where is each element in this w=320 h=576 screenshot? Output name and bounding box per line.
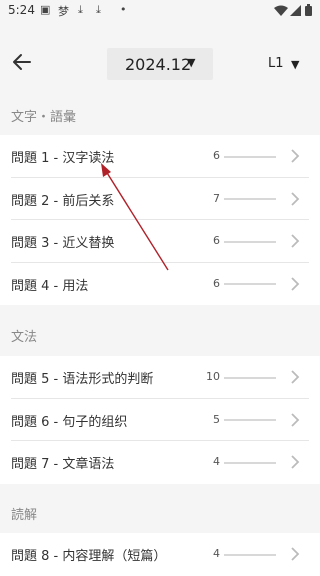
chevron-right-icon — [291, 412, 300, 427]
chevron-right-icon — [291, 234, 300, 248]
triangle-down-icon[interactable]: ▼ — [291, 58, 299, 71]
status-time: 5:24 — [8, 3, 35, 17]
progress-bar — [224, 553, 276, 556]
list-item[interactable]: 問題 5 - 语法形式的判断 10 — [0, 356, 320, 399]
item-count: 5 — [213, 412, 220, 426]
dot-icon: • — [120, 3, 127, 16]
chevron-right-icon — [291, 370, 300, 384]
section-card: 問題 8 - 内容理解（短篇） 4 — [0, 533, 320, 576]
notification-icon: 梦 — [58, 5, 69, 18]
item-label: 問題 8 - 内容理解（短篇） — [11, 549, 167, 564]
item-label: 問題 7 - 文章语法 — [11, 457, 115, 472]
item-count: 6 — [213, 234, 220, 247]
section-title: 読解 — [11, 508, 38, 523]
wifi-icon — [274, 5, 288, 16]
item-label: 問題 1 - 汉字读法 — [11, 151, 115, 166]
chevron-right-icon — [291, 547, 300, 561]
progress-bar — [224, 155, 276, 158]
progress-bar — [224, 419, 276, 421]
chevron-right-icon — [291, 149, 300, 163]
progress-bar — [224, 198, 276, 200]
item-count: 10 — [206, 370, 220, 383]
list-item[interactable]: 問題 2 - 前后关系 7 — [0, 178, 320, 220]
back-arrow-icon[interactable] — [10, 50, 34, 74]
image-icon: ▣ — [40, 3, 51, 16]
list-item[interactable]: 問題 4 - 用法 6 — [0, 263, 320, 306]
chevron-right-icon — [291, 276, 300, 291]
chevron-right-icon — [291, 191, 300, 206]
progress-bar — [224, 461, 276, 464]
list-item[interactable]: 問題 6 - 句子的组织 5 — [0, 399, 320, 441]
section-card: 問題 1 - 汉字读法 6 問題 2 - 前后关系 7 問題 3 - 近义替换 … — [0, 135, 320, 305]
level-selector-label[interactable]: L1 — [268, 56, 284, 71]
item-count: 7 — [213, 191, 220, 205]
list-item[interactable]: 問題 1 - 汉字读法 6 — [0, 135, 320, 178]
date-label: 2024.12 — [125, 55, 192, 74]
section-card: 問題 5 - 语法形式的判断 10 問題 6 - 句子的组织 5 問題 7 - … — [0, 356, 320, 484]
section-title: 文字・語彙 — [11, 110, 77, 125]
status-bar: 5:24 ▣ 梦 ⤓ ⤓ • — [0, 0, 320, 22]
triangle-down-icon: ▼ — [187, 56, 196, 69]
download-icon: ⤓ — [78, 3, 83, 16]
item-label: 問題 2 - 前后关系 — [11, 193, 115, 209]
date-selector[interactable]: 2024.12 ▼ — [107, 48, 213, 80]
item-count: 4 — [213, 455, 220, 468]
battery-icon — [305, 4, 312, 16]
item-count: 4 — [213, 547, 220, 560]
chevron-right-icon — [291, 455, 300, 469]
top-bar: 2024.12 ▼ L1 ▼ — [0, 44, 320, 84]
list-item[interactable]: 問題 7 - 文章语法 4 — [0, 441, 320, 484]
list-item[interactable]: 問題 3 - 近义替换 6 — [0, 220, 320, 263]
item-label: 問題 4 - 用法 — [11, 278, 89, 294]
list-item[interactable]: 問題 8 - 内容理解（短篇） 4 — [0, 533, 320, 576]
download-icon: ⤓ — [96, 3, 101, 16]
item-label: 問題 5 - 语法形式的判断 — [11, 372, 154, 387]
item-label: 問題 6 - 句子的组织 — [11, 414, 128, 430]
signal-icon — [290, 5, 301, 16]
progress-bar — [224, 240, 276, 243]
progress-bar — [224, 376, 276, 379]
item-count: 6 — [213, 276, 220, 290]
section-title: 文法 — [11, 330, 38, 345]
item-label: 問題 3 - 近义替换 — [11, 236, 115, 251]
progress-bar — [224, 283, 276, 285]
item-count: 6 — [213, 149, 220, 162]
